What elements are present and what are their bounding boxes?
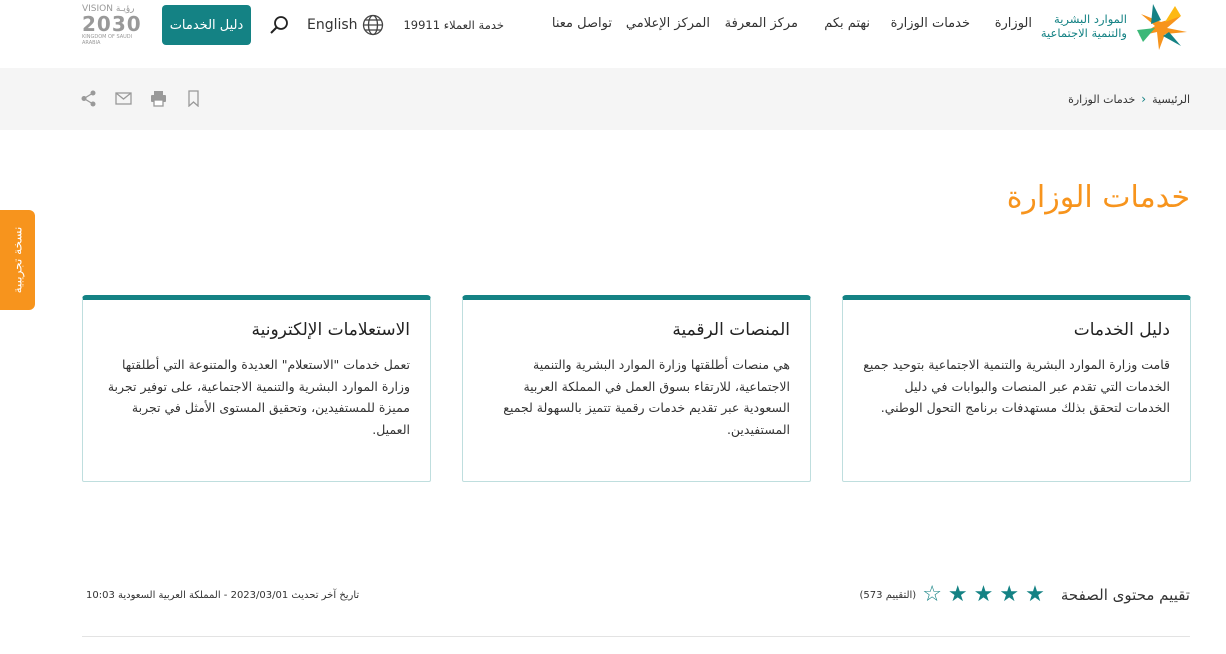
logo-star-icon — [1137, 4, 1187, 50]
language-label: English — [307, 17, 358, 33]
services-guide-button[interactable]: دليل الخدمات — [162, 5, 251, 45]
page-rating: تقييم محتوى الصفحة ★ ★ ★ ★ ☆ (التقييم 57… — [860, 584, 1190, 606]
rating-count: (التقييم 573) — [859, 589, 917, 601]
star-filled-icon[interactable]: ★ — [999, 584, 1019, 606]
rating-label: تقييم محتوى الصفحة — [1060, 586, 1190, 604]
card-title: دليل الخدمات — [1073, 320, 1170, 340]
card-title: الاستعلامات الإلكترونية — [251, 320, 410, 340]
card-text: قامت وزارة الموارد البشرية والتنمية الاج… — [863, 357, 1170, 415]
header: الموارد البشرية والتنمية الاجتماعية الوز… — [0, 0, 1226, 68]
breadcrumb-bar: الرئيسية ‹ خدمات الوزارة — [0, 68, 1226, 130]
card-services-guide[interactable]: دليل الخدمات قامت وزارة الموارد البشرية … — [842, 295, 1191, 482]
nav-knowledge-center[interactable]: مركز المعرفة — [725, 16, 798, 31]
star-filled-icon[interactable]: ★ — [1025, 584, 1045, 606]
card-title: المنصات الرقمية — [672, 320, 790, 340]
beta-version-tab[interactable]: نسخة تجريبية — [0, 210, 35, 310]
print-icon[interactable] — [150, 90, 167, 107]
beta-version-label: نسخة تجريبية — [10, 226, 25, 294]
logo-line-2: والتنمية الاجتماعية — [1040, 26, 1127, 40]
star-filled-icon[interactable]: ★ — [948, 584, 968, 606]
chevron-left-icon: ‹ — [1141, 92, 1147, 106]
card-digital-platforms[interactable]: المنصات الرقمية هي منصات أطلقتها وزارة ا… — [462, 295, 811, 482]
nav-ministry[interactable]: الوزارة — [995, 16, 1032, 31]
breadcrumb-home[interactable]: الرئيسية — [1152, 93, 1190, 106]
logo-line-1: الموارد البشرية — [1054, 12, 1127, 26]
breadcrumb-current: خدمات الوزارة — [1068, 92, 1136, 106]
share-icon[interactable] — [80, 90, 97, 107]
search-icon[interactable] — [269, 15, 289, 35]
nav-contact-us[interactable]: تواصل معنا — [552, 16, 612, 31]
bookmark-icon[interactable] — [185, 90, 202, 107]
star-empty-icon[interactable]: ☆ — [922, 584, 942, 606]
card-text: هي منصات أطلقتها وزارة الموارد البشرية و… — [503, 357, 790, 437]
nav-we-care[interactable]: نهتم بكم — [824, 16, 870, 31]
email-icon[interactable] — [115, 90, 132, 107]
divider — [82, 636, 1190, 637]
last-update: تاريخ آخر تحديث 2023/03/01 - المملكة الع… — [86, 590, 360, 601]
nav-media-center[interactable]: المركز الإعلامي — [626, 16, 710, 31]
breadcrumb: الرئيسية ‹ خدمات الوزارة — [1068, 92, 1190, 106]
ministry-logo[interactable]: الموارد البشرية والتنمية الاجتماعية — [1028, 2, 1193, 50]
customer-service-number[interactable]: خدمة العملاء 19911 — [403, 18, 504, 32]
vision-2030-logo: VISION ‎رؤيـة 2030 KINGDOM OF SAUDI ARAB… — [82, 4, 142, 46]
page-title: خدمات الوزارة — [1006, 180, 1190, 215]
globe-icon — [362, 14, 383, 36]
card-e-inquiries[interactable]: الاستعلامات الإلكترونية تعمل خدمات "الاس… — [82, 295, 431, 482]
language-switch[interactable]: English — [307, 14, 384, 36]
card-text: تعمل خدمات "الاستعلام" العديدة والمتنوعة… — [107, 357, 410, 437]
star-filled-icon[interactable]: ★ — [974, 584, 994, 606]
nav-ministry-services[interactable]: خدمات الوزارة — [891, 16, 970, 31]
